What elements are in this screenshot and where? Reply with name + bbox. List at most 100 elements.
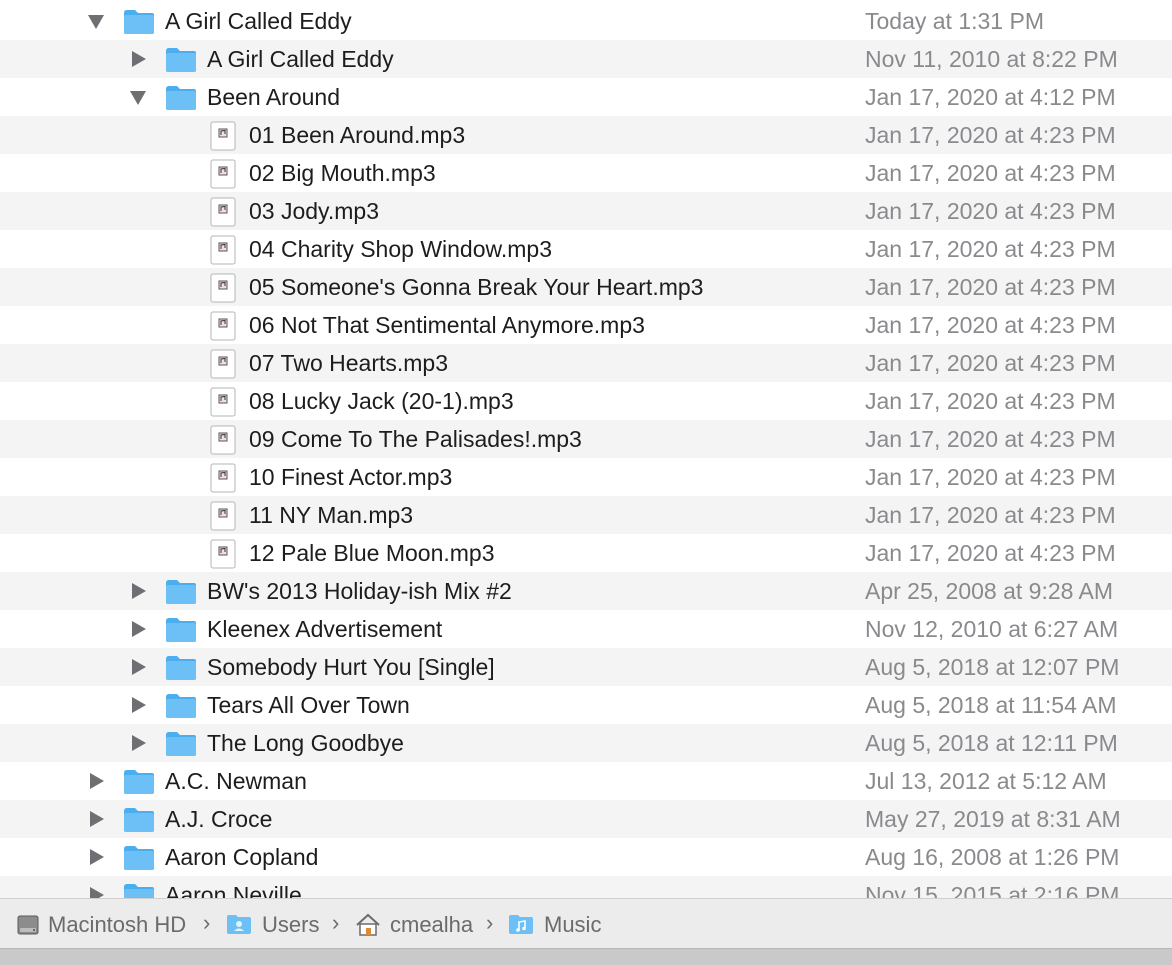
list-row[interactable]: A.C. Newman Jul 13, 2012 at 5:12 AM: [0, 762, 1172, 800]
disclosure-triangle-collapsed-icon[interactable]: [130, 735, 146, 751]
item-name: Tears All Over Town: [207, 692, 410, 718]
mp3-file-icon: [210, 501, 236, 531]
list-row[interactable]: 09 Come To The Palisades!.mp3 Jan 17, 20…: [0, 420, 1172, 458]
item-date-modified: Apr 25, 2008 at 9:28 AM: [865, 578, 1114, 604]
list-row[interactable]: 04 Charity Shop Window.mp3 Jan 17, 2020 …: [0, 230, 1172, 268]
list-row[interactable]: 11 NY Man.mp3 Jan 17, 2020 at 4:23 PM: [0, 496, 1172, 534]
list-row[interactable]: A.J. Croce May 27, 2019 at 8:31 AM: [0, 800, 1172, 838]
disclosure-triangle-collapsed-icon[interactable]: [88, 849, 104, 865]
list-row[interactable]: 12 Pale Blue Moon.mp3 Jan 17, 2020 at 4:…: [0, 534, 1172, 572]
list-row[interactable]: BW's 2013 Holiday-ish Mix #2 Apr 25, 200…: [0, 572, 1172, 610]
item-date-modified: Jan 17, 2020 at 4:23 PM: [865, 274, 1116, 300]
disclosure-triangle-collapsed-icon[interactable]: [88, 811, 104, 827]
mp3-file-icon: [210, 159, 236, 189]
item-name: A Girl Called Eddy: [207, 46, 394, 72]
item-date-modified: Nov 12, 2010 at 6:27 AM: [865, 616, 1119, 642]
folder-icon: [165, 617, 197, 643]
disclosure-triangle-expanded-icon[interactable]: [130, 89, 146, 105]
list-row[interactable]: Aaron Neville Nov 15, 2015 at 2:16 PM: [0, 876, 1172, 898]
list-row[interactable]: 05 Someone's Gonna Break Your Heart.mp3 …: [0, 268, 1172, 306]
item-date-modified: Jul 13, 2012 at 5:12 AM: [865, 768, 1107, 794]
item-name: Aaron Copland: [165, 844, 319, 870]
item-name: Aaron Neville: [165, 882, 302, 898]
disclosure-triangle-collapsed-icon[interactable]: [88, 887, 104, 898]
list-row[interactable]: Been Around Jan 17, 2020 at 4:12 PM: [0, 78, 1172, 116]
item-date-modified: Jan 17, 2020 at 4:23 PM: [865, 122, 1116, 148]
disclosure-triangle-collapsed-icon[interactable]: [130, 621, 146, 637]
item-date-modified: Jan 17, 2020 at 4:23 PM: [865, 464, 1116, 490]
list-row[interactable]: The Long Goodbye Aug 5, 2018 at 12:11 PM: [0, 724, 1172, 762]
path-separator: ›: [203, 910, 211, 935]
folder-icon: [165, 47, 197, 73]
item-name: Kleenex Advertisement: [207, 616, 443, 642]
path-crumb-cmealha[interactable]: cmealha: [355, 911, 480, 937]
users-folder-icon: [227, 915, 251, 934]
folder-icon: [123, 9, 155, 35]
folder-icon: [165, 655, 197, 681]
list-row[interactable]: 10 Finest Actor.mp3 Jan 17, 2020 at 4:23…: [0, 458, 1172, 496]
list-row[interactable]: Aaron Copland Aug 16, 2008 at 1:26 PM: [0, 838, 1172, 876]
disclosure-triangle-expanded-icon[interactable]: [88, 13, 104, 29]
list-row[interactable]: Kleenex Advertisement Nov 12, 2010 at 6:…: [0, 610, 1172, 648]
disclosure-triangle-collapsed-icon[interactable]: [130, 697, 146, 713]
folder-icon: [165, 693, 197, 719]
item-date-modified: Aug 16, 2008 at 1:26 PM: [865, 844, 1120, 870]
folder-icon: [123, 845, 155, 871]
item-date-modified: Nov 11, 2010 at 8:22 PM: [865, 46, 1118, 72]
window-bottom-edge: [0, 948, 1172, 965]
list-row[interactable]: Somebody Hurt You [Single] Aug 5, 2018 a…: [0, 648, 1172, 686]
item-date-modified: May 27, 2019 at 8:31 AM: [865, 806, 1121, 832]
item-name: Somebody Hurt You [Single]: [207, 654, 495, 680]
hard-drive-icon: [17, 915, 39, 935]
item-date-modified: Aug 5, 2018 at 11:54 AM: [865, 692, 1117, 718]
mp3-file-icon: [210, 121, 236, 151]
item-name: 06 Not That Sentimental Anymore.mp3: [249, 312, 645, 338]
path-crumb-macintosh-hd[interactable]: Macintosh HD: [16, 911, 196, 937]
folder-icon: [123, 883, 155, 898]
disclosure-triangle-collapsed-icon[interactable]: [130, 51, 146, 67]
path-crumb-label: Users: [262, 912, 320, 937]
list-row[interactable]: 08 Lucky Jack (20-1).mp3 Jan 17, 2020 at…: [0, 382, 1172, 420]
item-date-modified: Today at 1:31 PM: [865, 8, 1044, 34]
list-row[interactable]: 03 Jody.mp3 Jan 17, 2020 at 4:23 PM: [0, 192, 1172, 230]
path-crumb-label: cmealha: [390, 912, 474, 937]
item-date-modified: Jan 17, 2020 at 4:23 PM: [865, 236, 1116, 262]
item-date-modified: Jan 17, 2020 at 4:23 PM: [865, 198, 1116, 224]
list-row[interactable]: A Girl Called Eddy Today at 1:31 PM: [0, 2, 1172, 40]
list-row[interactable]: 02 Big Mouth.mp3 Jan 17, 2020 at 4:23 PM: [0, 154, 1172, 192]
path-crumb-music[interactable]: Music: [508, 911, 608, 937]
folder-icon: [123, 807, 155, 833]
list-row[interactable]: Tears All Over Town Aug 5, 2018 at 11:54…: [0, 686, 1172, 724]
item-name: 11 NY Man.mp3: [249, 502, 414, 528]
path-crumb-label: Macintosh HD: [48, 912, 187, 937]
item-name: The Long Goodbye: [207, 730, 404, 756]
item-date-modified: Jan 17, 2020 at 4:12 PM: [865, 84, 1116, 110]
item-name: A.C. Newman: [165, 768, 307, 794]
mp3-file-icon: [210, 539, 236, 569]
item-name: 09 Come To The Palisades!.mp3: [249, 426, 582, 452]
item-date-modified: Jan 17, 2020 at 4:23 PM: [865, 426, 1116, 452]
item-name: A Girl Called Eddy: [165, 8, 352, 34]
disclosure-triangle-collapsed-icon[interactable]: [130, 583, 146, 599]
path-crumb-users[interactable]: Users: [226, 911, 326, 937]
item-name: Been Around: [207, 84, 341, 110]
item-date-modified: Jan 17, 2020 at 4:23 PM: [865, 502, 1116, 528]
item-name: 07 Two Hearts.mp3: [249, 350, 449, 376]
file-list: A Girl Called Eddy Today at 1:31 PM A Gi…: [0, 0, 1172, 898]
disclosure-triangle-collapsed-icon[interactable]: [130, 659, 146, 675]
item-name: 01 Been Around.mp3: [249, 122, 466, 148]
list-row[interactable]: 01 Been Around.mp3 Jan 17, 2020 at 4:23 …: [0, 116, 1172, 154]
item-date-modified: Jan 17, 2020 at 4:23 PM: [865, 160, 1116, 186]
item-date-modified: Jan 17, 2020 at 4:23 PM: [865, 388, 1116, 414]
disclosure-triangle-collapsed-icon[interactable]: [88, 773, 104, 789]
home-icon: [356, 913, 380, 936]
item-name: 08 Lucky Jack (20-1).mp3: [249, 388, 514, 414]
mp3-file-icon: [210, 349, 236, 379]
list-row[interactable]: 06 Not That Sentimental Anymore.mp3 Jan …: [0, 306, 1172, 344]
item-date-modified: Jan 17, 2020 at 4:23 PM: [865, 540, 1116, 566]
list-row[interactable]: A Girl Called Eddy Nov 11, 2010 at 8:22 …: [0, 40, 1172, 78]
item-name: A.J. Croce: [165, 806, 273, 832]
list-row[interactable]: 07 Two Hearts.mp3 Jan 17, 2020 at 4:23 P…: [0, 344, 1172, 382]
music-folder-icon: [509, 915, 533, 934]
mp3-file-icon: [210, 273, 236, 303]
